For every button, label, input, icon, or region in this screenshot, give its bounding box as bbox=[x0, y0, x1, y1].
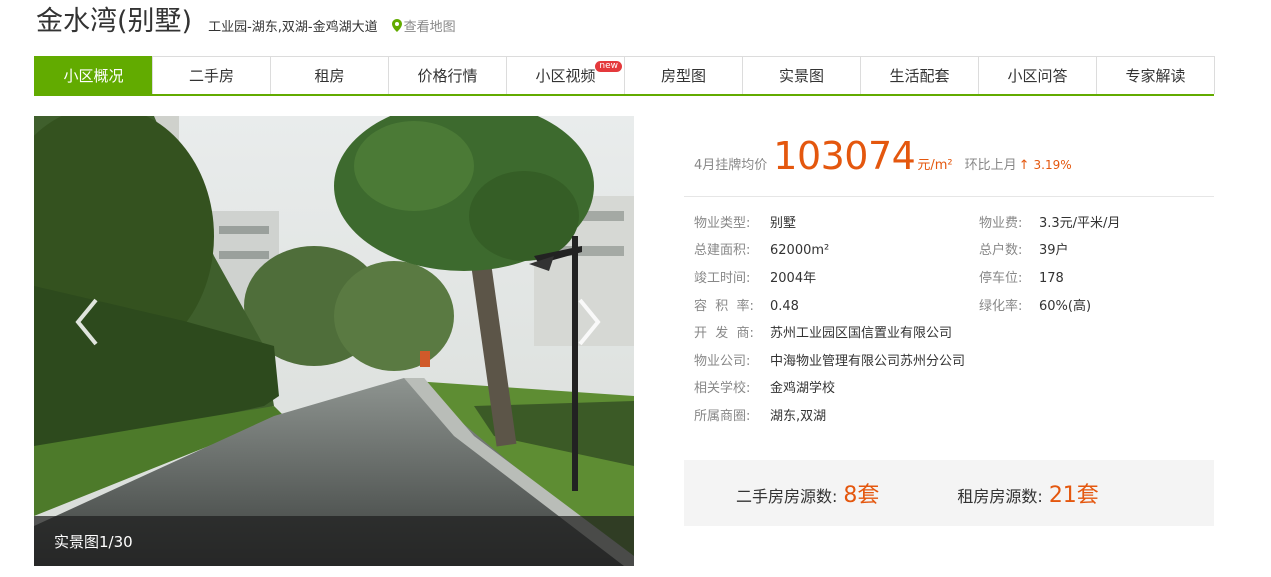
listing-count-box: 二手房房源数: 8套 租房房源数: 21套 bbox=[684, 460, 1214, 526]
detail-value: 别墅 bbox=[770, 216, 797, 231]
detail-key: 物业公司: bbox=[694, 354, 751, 369]
detail-key: 物业费: bbox=[979, 216, 1023, 231]
next-photo-arrow[interactable] bbox=[574, 292, 604, 352]
detail-key: 绿化率: bbox=[979, 299, 1023, 314]
tab-expert[interactable]: 专家解读 bbox=[1096, 56, 1215, 94]
detail-value: 39户 bbox=[1039, 243, 1069, 258]
view-map-link[interactable]: 查看地图 bbox=[391, 16, 456, 35]
sale-listing-count[interactable]: 二手房房源数: 8套 bbox=[736, 477, 879, 509]
tab-second-hand[interactable]: 二手房 bbox=[152, 56, 271, 94]
new-badge: new bbox=[595, 61, 622, 72]
detail-key: 竣工时间: bbox=[694, 271, 751, 286]
tab-floor-plans[interactable]: 房型图 bbox=[624, 56, 743, 94]
price-label: 4月挂牌均价 bbox=[694, 158, 768, 173]
detail-management-fee: 物业费: 3.3元/平米/月 bbox=[979, 214, 1120, 234]
location-pin-icon bbox=[391, 18, 402, 32]
community-address: 工业园-湖东,双湖-金鸡湖大道 bbox=[208, 19, 378, 35]
sale-count-label: 二手房房源数: bbox=[736, 487, 838, 506]
tab-label: 小区视频 bbox=[535, 67, 596, 85]
photo-caption-bar: 实景图1/30 bbox=[34, 516, 634, 566]
divider bbox=[684, 196, 1214, 197]
detail-value: 湖东,双湖 bbox=[770, 409, 827, 424]
tab-qa[interactable]: 小区问答 bbox=[978, 56, 1097, 94]
page-header: 金水湾(别墅) 工业园-湖东,双湖-金鸡湖大道 查看地图 bbox=[36, 0, 456, 44]
detail-value: 3.3元/平米/月 bbox=[1039, 216, 1121, 231]
tab-photos[interactable]: 实景图 bbox=[742, 56, 861, 94]
detail-property-company: 物业公司: 中海物业管理有限公司苏州分公司 bbox=[694, 352, 965, 372]
tab-label: 房型图 bbox=[660, 67, 706, 85]
detail-value: 中海物业管理有限公司苏州分公司 bbox=[770, 354, 966, 369]
tab-price-trend[interactable]: 价格行情 bbox=[388, 56, 507, 94]
photo-counter: 实景图1/30 bbox=[54, 532, 133, 551]
tab-video[interactable]: 小区视频 new bbox=[506, 56, 625, 94]
detail-households: 总户数: 39户 bbox=[979, 241, 1069, 261]
detail-business-district: 所属商圈: 湖东,双湖 bbox=[694, 407, 826, 427]
detail-plot-ratio: 容 积 率: 0.48 bbox=[694, 297, 799, 317]
detail-key: 相关学校: bbox=[694, 381, 751, 396]
detail-key: 开 发 商: bbox=[694, 326, 754, 341]
detail-value: 金鸡湖学校 bbox=[770, 381, 836, 396]
tab-label: 生活配套 bbox=[889, 67, 950, 85]
detail-school: 相关学校: 金鸡湖学校 bbox=[694, 379, 835, 399]
up-arrow-icon: ↑ bbox=[1018, 158, 1030, 173]
detail-greening-rate: 绿化率: 60%(高) bbox=[979, 297, 1091, 317]
detail-key: 所属商圈: bbox=[694, 409, 751, 424]
tab-label: 小区问答 bbox=[1007, 67, 1068, 85]
tab-overview[interactable]: 小区概况 bbox=[34, 56, 153, 94]
community-nav-tabs: 小区概况 二手房 租房 价格行情 小区视频 new 房型图 实景图 生活配套 小… bbox=[34, 56, 1215, 96]
mom-label: 环比上月 bbox=[964, 158, 1017, 173]
tab-label: 实景图 bbox=[778, 67, 824, 85]
detail-value: 0.48 bbox=[770, 299, 799, 314]
detail-key: 总建面积: bbox=[694, 243, 751, 258]
detail-completion-year: 竣工时间: 2004年 bbox=[694, 269, 816, 289]
tab-label: 价格行情 bbox=[417, 67, 478, 85]
rent-count-label: 租房房源数: bbox=[957, 487, 1043, 506]
tab-rent[interactable]: 租房 bbox=[270, 56, 389, 94]
detail-key: 容 积 率: bbox=[694, 299, 754, 314]
detail-key: 总户数: bbox=[979, 243, 1023, 258]
previous-photo-arrow[interactable] bbox=[72, 292, 102, 352]
detail-parking: 停车位: 178 bbox=[979, 269, 1064, 289]
mom-value: 3.19% bbox=[1033, 158, 1072, 172]
detail-value: 60%(高) bbox=[1039, 299, 1092, 314]
detail-key: 物业类型: bbox=[694, 216, 751, 231]
detail-total-area: 总建面积: 62000m² bbox=[694, 241, 829, 261]
detail-value: 178 bbox=[1039, 271, 1064, 286]
tab-label: 二手房 bbox=[188, 67, 234, 85]
detail-value: 2004年 bbox=[770, 271, 817, 286]
community-title: 金水湾(别墅) bbox=[36, 6, 193, 37]
detail-value: 苏州工业园区国信置业有限公司 bbox=[770, 326, 953, 341]
price-value: 103074 bbox=[773, 134, 916, 178]
community-photo bbox=[34, 116, 634, 566]
tab-label: 租房 bbox=[314, 67, 345, 85]
view-map-label: 查看地图 bbox=[403, 19, 456, 35]
detail-value: 62000m² bbox=[770, 243, 830, 258]
rent-count-value[interactable]: 21套 bbox=[1049, 477, 1099, 509]
sale-count-value[interactable]: 8套 bbox=[843, 477, 879, 509]
photo-carousel[interactable]: 实景图1/30 bbox=[34, 116, 634, 566]
price-unit: 元/m² bbox=[917, 158, 953, 173]
detail-key: 停车位: bbox=[979, 271, 1023, 286]
rent-listing-count[interactable]: 租房房源数: 21套 bbox=[957, 477, 1098, 509]
tab-amenities[interactable]: 生活配套 bbox=[860, 56, 979, 94]
detail-property-type: 物业类型: 别墅 bbox=[694, 214, 796, 234]
tab-label: 小区概况 bbox=[63, 67, 124, 85]
tab-label: 专家解读 bbox=[1125, 67, 1186, 85]
price-summary: 4月挂牌均价 103074 元/m² 环比上月 ↑ 3.19% bbox=[694, 134, 1072, 178]
detail-developer: 开 发 商: 苏州工业园区国信置业有限公司 bbox=[694, 324, 952, 344]
